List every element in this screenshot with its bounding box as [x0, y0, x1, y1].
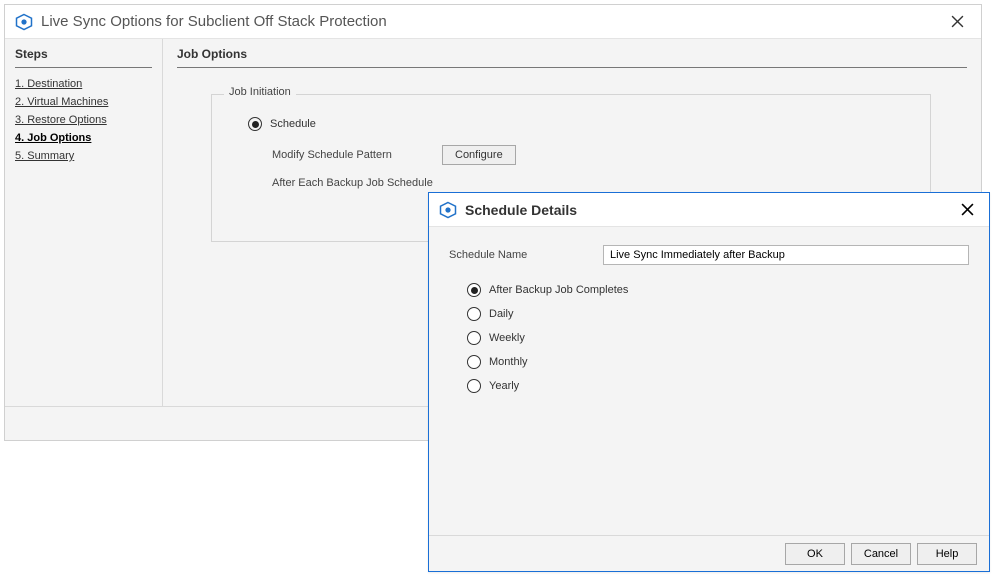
modify-schedule-label: Modify Schedule Pattern — [272, 149, 442, 161]
schedule-radio-label: Schedule — [270, 118, 316, 130]
schedule-radio[interactable]: Schedule — [248, 117, 900, 131]
step-job-options[interactable]: 4. Job Options — [15, 132, 152, 144]
steps-panel: Steps 1. Destination 2. Virtual Machines… — [5, 39, 163, 406]
radio-monthly-label: Monthly — [489, 356, 528, 368]
group-legend: Job Initiation — [224, 86, 296, 98]
main-titlebar: Live Sync Options for Subclient Off Stac… — [5, 5, 981, 39]
radio-unselected-icon — [467, 379, 481, 393]
dialog-footer: OK Cancel Help — [429, 535, 989, 571]
dialog-title: Schedule Details — [465, 202, 955, 218]
schedule-name-row: Schedule Name — [449, 245, 969, 265]
after-backup-label: After Each Backup Job Schedule — [272, 177, 442, 189]
configure-button[interactable]: Configure — [442, 145, 516, 165]
radio-after-backup-label: After Backup Job Completes — [489, 284, 628, 296]
schedule-details-dialog: Schedule Details Schedule Name After Bac… — [428, 192, 990, 572]
app-logo-icon — [439, 201, 457, 219]
schedule-name-input[interactable] — [603, 245, 969, 265]
radio-weekly-label: Weekly — [489, 332, 525, 344]
close-icon[interactable] — [955, 198, 979, 222]
radio-unselected-icon — [467, 355, 481, 369]
schedule-type-radio-list: After Backup Job Completes Daily Weekly … — [467, 283, 969, 393]
steps-heading: Steps — [15, 47, 152, 68]
steps-list: 1. Destination 2. Virtual Machines 3. Re… — [15, 78, 152, 162]
step-restore-options[interactable]: 3. Restore Options — [15, 114, 152, 126]
close-icon[interactable] — [943, 8, 971, 36]
radio-monthly[interactable]: Monthly — [467, 355, 969, 369]
radio-weekly[interactable]: Weekly — [467, 331, 969, 345]
modify-schedule-row: Modify Schedule Pattern Configure — [272, 145, 900, 165]
radio-daily[interactable]: Daily — [467, 307, 969, 321]
schedule-detail-rows: Modify Schedule Pattern Configure After … — [272, 145, 900, 189]
help-button[interactable]: Help — [917, 543, 977, 565]
dialog-titlebar: Schedule Details — [429, 193, 989, 227]
ok-button[interactable]: OK — [785, 543, 845, 565]
radio-selected-icon — [248, 117, 262, 131]
schedule-name-label: Schedule Name — [449, 249, 603, 261]
radio-unselected-icon — [467, 307, 481, 321]
after-backup-row: After Each Backup Job Schedule — [272, 177, 900, 189]
radio-daily-label: Daily — [489, 308, 513, 320]
step-summary[interactable]: 5. Summary — [15, 150, 152, 162]
radio-yearly-label: Yearly — [489, 380, 519, 392]
main-window-title: Live Sync Options for Subclient Off Stac… — [41, 13, 943, 30]
app-logo-icon — [15, 13, 33, 31]
cancel-button[interactable]: Cancel — [851, 543, 911, 565]
dialog-body: Schedule Name After Backup Job Completes… — [429, 227, 989, 535]
step-destination[interactable]: 1. Destination — [15, 78, 152, 90]
section-heading: Job Options — [177, 47, 967, 68]
radio-unselected-icon — [467, 331, 481, 345]
step-virtual-machines[interactable]: 2. Virtual Machines — [15, 96, 152, 108]
radio-yearly[interactable]: Yearly — [467, 379, 969, 393]
radio-selected-icon — [467, 283, 481, 297]
radio-after-backup[interactable]: After Backup Job Completes — [467, 283, 969, 297]
